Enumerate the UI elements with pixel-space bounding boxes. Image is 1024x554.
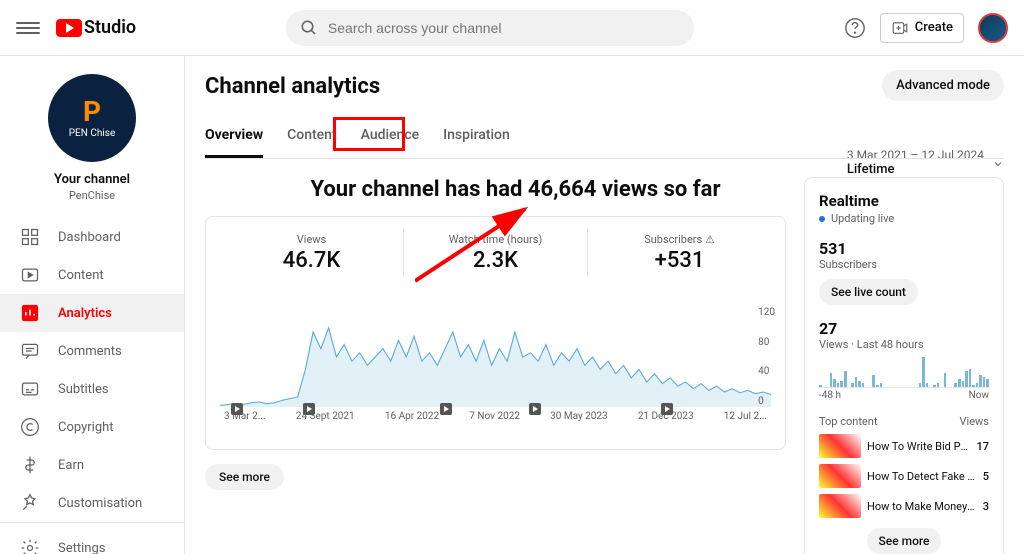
search-icon	[300, 19, 318, 37]
video-thumbnail	[819, 434, 861, 458]
tab-audience[interactable]: Audience	[361, 119, 420, 158]
sidebar: P PEN Chise Your channel PenChise Dashbo…	[0, 56, 185, 554]
hamburger-menu-icon[interactable]	[16, 16, 40, 40]
subtitles-icon	[20, 379, 40, 399]
main: Channel analytics Advanced mode 3 Mar 20…	[185, 56, 1024, 554]
create-label: Create	[915, 20, 953, 35]
realtime-subscribers-value: 531	[819, 239, 989, 258]
realtime-live-indicator: Updating live	[819, 212, 989, 225]
metric-1[interactable]: Watch time (hours)2.3K	[404, 229, 588, 277]
see-more-button[interactable]: See more	[205, 464, 284, 490]
realtime-views48-value: 27	[819, 319, 989, 338]
youtube-studio-logo[interactable]: Studio	[56, 17, 136, 38]
tab-inspiration[interactable]: Inspiration	[443, 119, 510, 158]
create-icon	[891, 19, 909, 37]
sidebar-item-subtitles[interactable]: Subtitles	[0, 370, 184, 408]
channel-card[interactable]: P PEN Chise Your channel PenChise	[0, 56, 184, 218]
mini-chart-right-label: Now	[969, 390, 989, 401]
tab-content[interactable]: Content	[287, 119, 337, 158]
realtime-see-more-button[interactable]: See more	[867, 528, 942, 554]
metric-0[interactable]: Views46.7K	[220, 229, 404, 277]
channel-name: PenChise	[69, 189, 115, 202]
date-preset: Lifetime	[847, 162, 984, 177]
dashboard-icon	[20, 227, 40, 247]
advanced-mode-button[interactable]: Advanced mode	[882, 70, 1004, 101]
video-thumbnail	[819, 464, 861, 488]
logo-text: Studio	[84, 17, 136, 38]
help-icon[interactable]	[844, 17, 866, 39]
comments-icon	[20, 341, 40, 361]
video-thumbnail	[819, 494, 861, 518]
search-box[interactable]	[286, 10, 694, 46]
see-live-count-button[interactable]: See live count	[819, 279, 918, 305]
headline: Your channel has had 46,664 views so far	[245, 177, 786, 202]
sidebar-item-content[interactable]: Content	[0, 256, 184, 294]
sidebar-item-analytics[interactable]: Analytics	[0, 294, 184, 332]
realtime-views48-label: Views · Last 48 hours	[819, 338, 989, 351]
create-button[interactable]: Create	[880, 13, 964, 43]
settings-icon	[20, 538, 40, 554]
copyright-icon	[20, 417, 40, 437]
realtime-title: Realtime	[819, 192, 989, 210]
sidebar-item-customisation[interactable]: Customisation	[0, 484, 184, 522]
top-content-views-label: Views	[960, 415, 989, 428]
sidebar-item-comments[interactable]: Comments	[0, 332, 184, 370]
earn-icon	[20, 455, 40, 475]
customisation-icon	[20, 493, 40, 513]
top-content-row-0[interactable]: How To Write Bid Proposal i...17	[819, 434, 989, 458]
top-content-label: Top content	[819, 415, 877, 428]
header: Studio Create	[0, 0, 1024, 56]
account-avatar[interactable]	[978, 13, 1008, 43]
sidebar-item-copyright[interactable]: Copyright	[0, 408, 184, 446]
search-input[interactable]	[328, 20, 680, 36]
top-content-row-2[interactable]: How to Make Money on Freel...3	[819, 494, 989, 518]
mini-chart-left-label: -48 h	[819, 390, 841, 401]
content-icon	[20, 265, 40, 285]
nav-footer: SettingsSend feedback	[0, 522, 184, 554]
metric-2[interactable]: Subscribers ⚠+531	[588, 229, 771, 277]
tab-overview[interactable]: Overview	[205, 119, 263, 158]
metrics-card: Views46.7KWatch time (hours)2.3KSubscrib…	[205, 216, 786, 450]
youtube-icon	[56, 19, 82, 37]
nav: DashboardContentAnalyticsCommentsSubtitl…	[0, 218, 184, 522]
analytics-icon	[20, 303, 40, 323]
sidebar-item-settings[interactable]: Settings	[0, 529, 184, 554]
top-content-row-1[interactable]: How To Detect Fake Clients ...5	[819, 464, 989, 488]
channel-title: Your channel	[54, 172, 130, 187]
realtime-subscribers-label: Subscribers	[819, 258, 989, 271]
chevron-down-icon	[992, 158, 1004, 170]
channel-avatar: P PEN Chise	[48, 74, 136, 162]
views-chart[interactable]: 12080400 3 Mar 2...24 Sept 202116 Apr 20…	[220, 307, 771, 437]
sidebar-item-earn[interactable]: Earn	[0, 446, 184, 484]
realtime-card: Realtime Updating live 531 Subscribers S…	[804, 177, 1004, 554]
tabs: Overview Content Audience Inspiration	[205, 119, 1004, 159]
sidebar-item-dashboard[interactable]: Dashboard	[0, 218, 184, 256]
realtime-mini-chart	[819, 357, 989, 387]
